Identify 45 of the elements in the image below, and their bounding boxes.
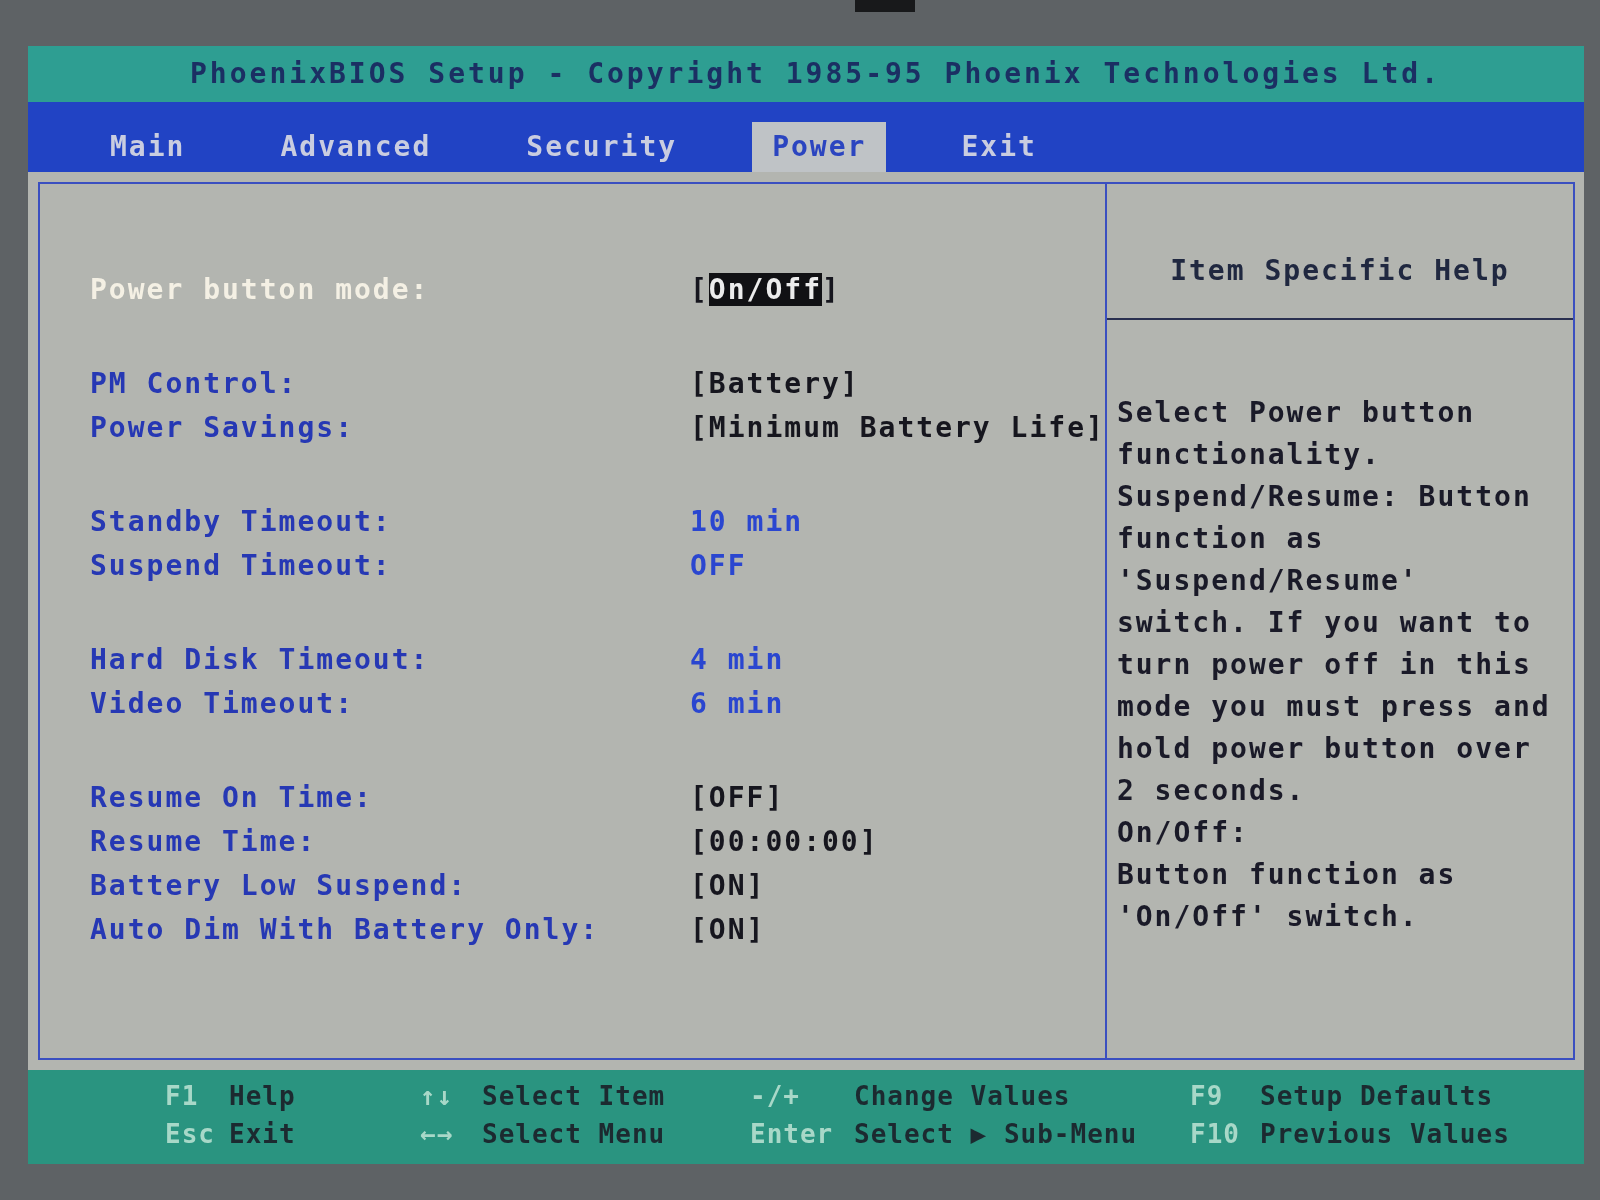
setting-label: Suspend Timeout: (90, 549, 392, 582)
setting-value[interactable]: [00:00:00] (690, 821, 879, 863)
setting-label: Hard Disk Timeout: (90, 643, 430, 676)
setting-value: 6 min (690, 686, 785, 722)
menu-tab[interactable]: Power (752, 122, 887, 172)
setting-value: 10 min (690, 504, 804, 540)
setting-value[interactable]: [ON] (690, 865, 766, 907)
bezel-latch (855, 0, 915, 12)
setting-value[interactable]: [OFF] (690, 777, 785, 819)
shortcut-key: -/+ (750, 1080, 800, 1111)
setting-label: Standby Timeout: (90, 505, 392, 538)
shortcut-key: ←→ (420, 1118, 454, 1149)
setting-value: OFF (690, 548, 747, 584)
shortcut-key: ↑↓ (420, 1080, 454, 1111)
help-text: Suspend/Resume: Button function as 'Suspend/Resume' switch. If you want to turn power off in this mode you must press and hold power button over 2 seconds. (1116, 479, 1552, 809)
setting-label: Resume On Time: (90, 781, 373, 814)
help-text: On/Off: (1116, 815, 1250, 851)
shortcut-key: F9 (1190, 1080, 1224, 1111)
setting-label: Resume Time: (90, 825, 317, 858)
setting-label: Power button mode: (90, 273, 430, 306)
shortcut-action: Previous Values (1260, 1117, 1510, 1151)
shortcut-action: Help (229, 1079, 296, 1113)
shortcut-action: Select Item (482, 1079, 666, 1113)
setting-value[interactable]: [Minimum Battery Life] (690, 407, 1105, 449)
shortcut-key: F10 (1190, 1118, 1240, 1149)
setting-value[interactable]: [ON] (690, 909, 766, 951)
setting-label: PM Control: (90, 367, 298, 400)
shortcut-key: Enter (750, 1118, 834, 1149)
setting-label: Video Timeout: (90, 687, 354, 720)
shortcut-key: Esc (165, 1118, 215, 1149)
help-text: Select Power button functionality. (1116, 395, 1477, 473)
window-title: PhoenixBIOS Setup - Copyright 1985-95 Phoenix Technologies Ltd. (190, 56, 1442, 92)
shortcut-key: F1 (165, 1080, 199, 1111)
shortcut-action: Change Values (854, 1079, 1071, 1113)
setting-value: 4 min (690, 642, 785, 678)
help-title: Item Specific Help (1170, 253, 1510, 289)
shortcut-action: Exit (229, 1117, 296, 1151)
shortcut-action: Setup Defaults (1260, 1079, 1494, 1113)
setting-label: Auto Dim With Battery Only: (90, 913, 600, 946)
shortcut-action: Select Menu (482, 1117, 666, 1151)
setting-label: Battery Low Suspend: (90, 869, 468, 902)
shortcut-action: Select ▶ Sub-Menu (854, 1117, 1138, 1151)
setting-label: Power Savings: (90, 411, 354, 444)
help-text: Button function as 'On/Off' switch. (1116, 857, 1458, 935)
setting-value[interactable]: [Battery] (690, 363, 860, 405)
